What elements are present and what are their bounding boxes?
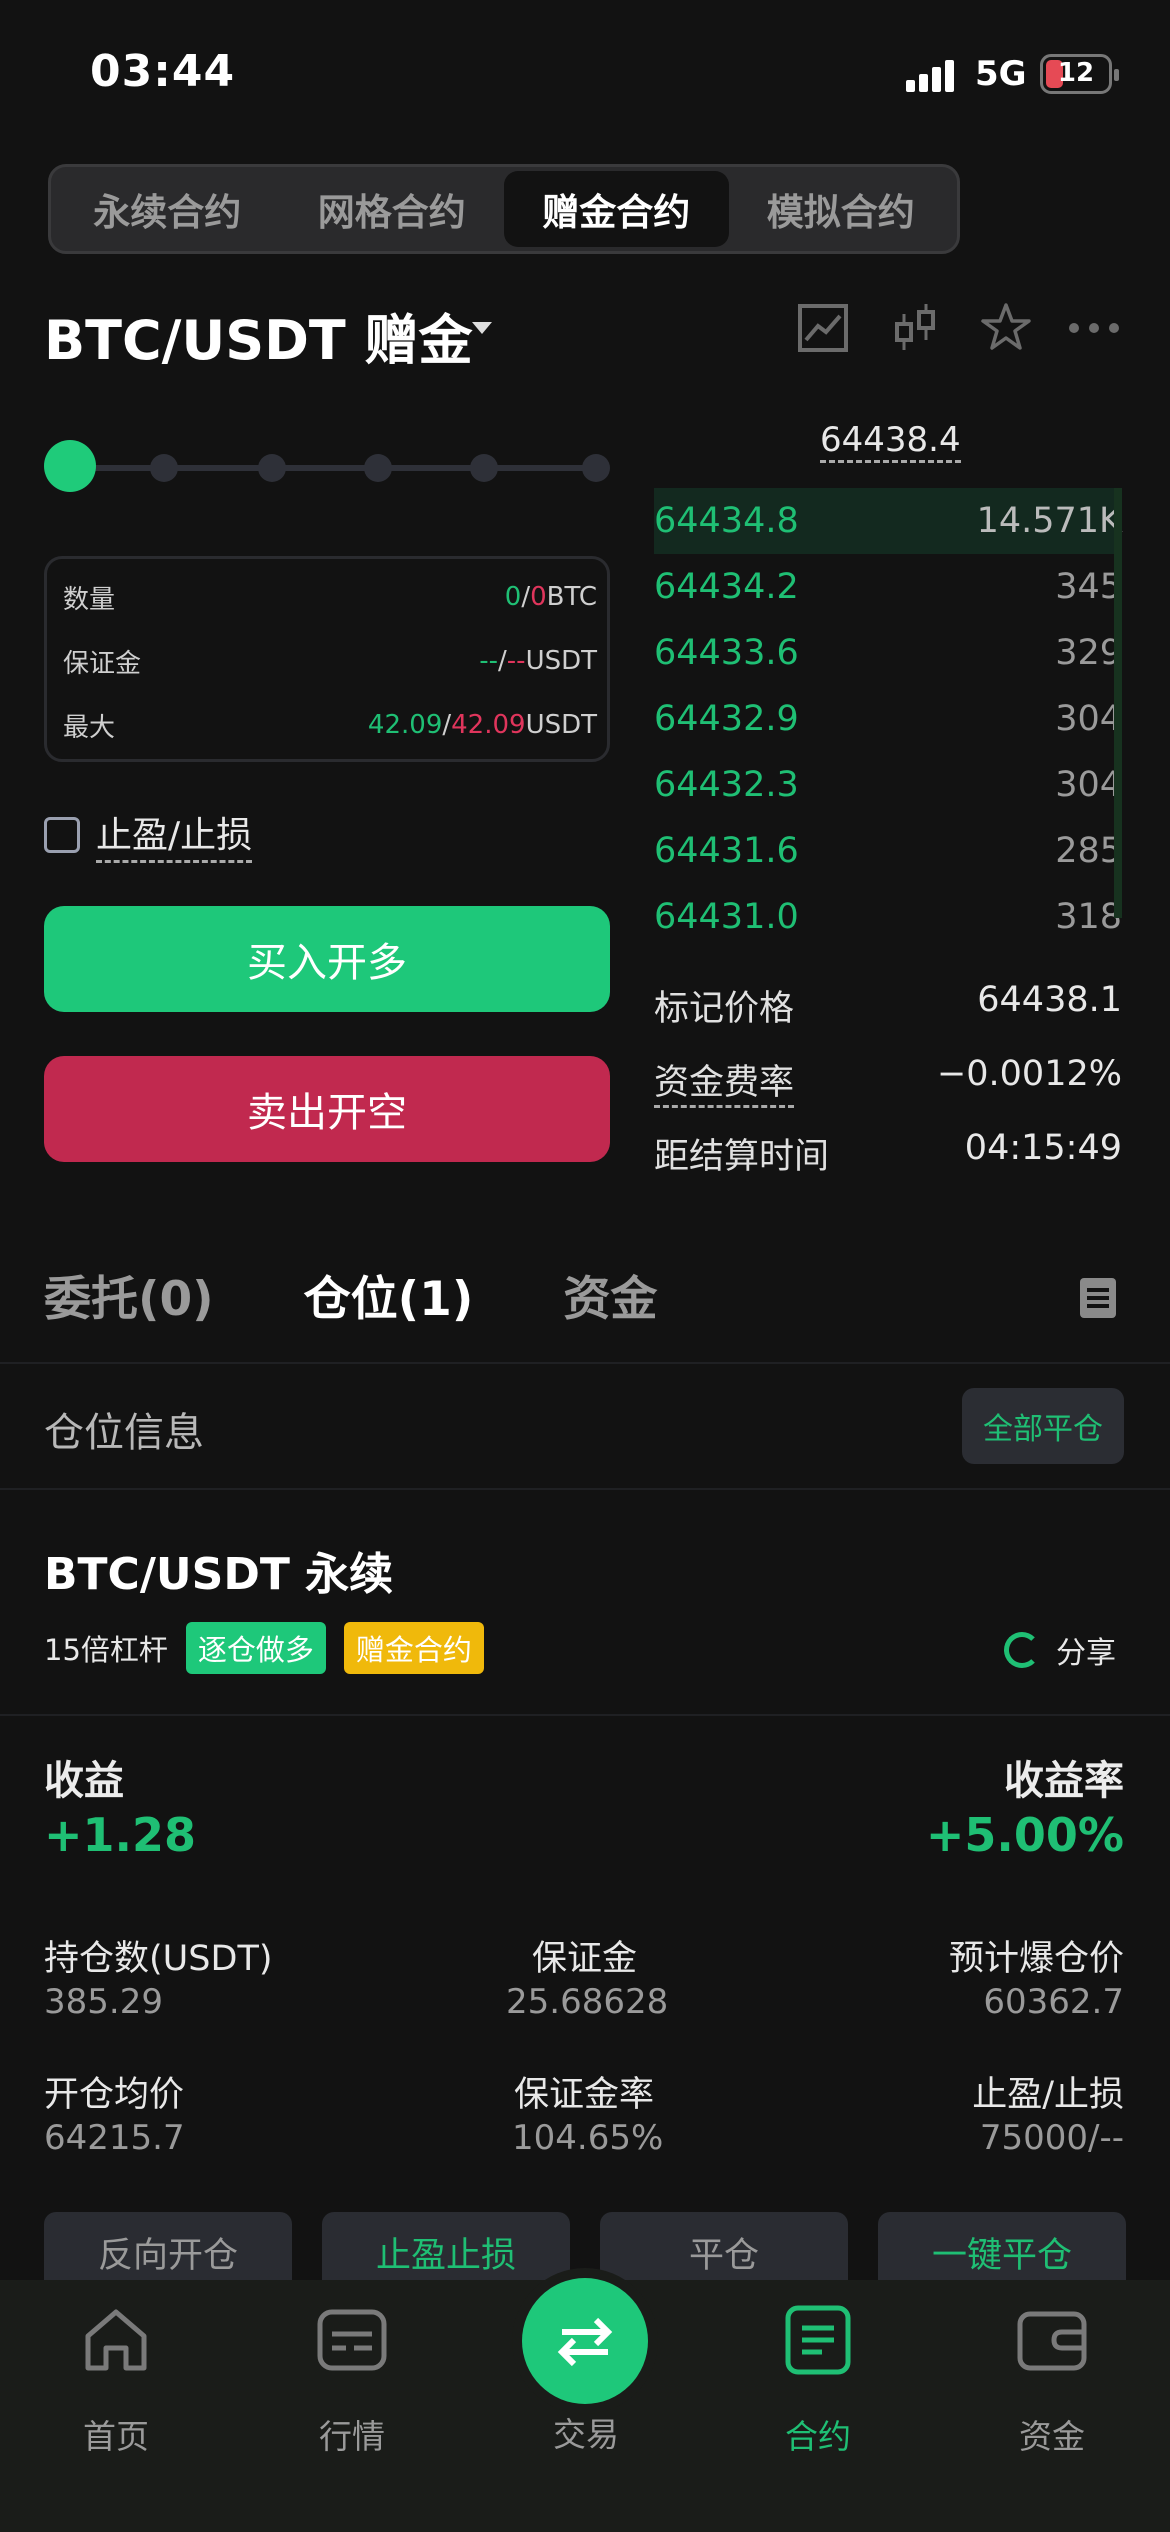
last-price[interactable]: 64438.4: [820, 420, 961, 463]
orderbook-row[interactable]: 64433.6 329: [654, 620, 1122, 686]
section-tabs: 委托(0) 仓位(1) 资金: [44, 1260, 657, 1329]
quantity-row: 数量 0/0BTC: [63, 582, 597, 615]
market-icon: [317, 2309, 387, 2371]
stat-label: 保证金: [532, 1939, 638, 1979]
contract-type-badge: 赠金合约: [343, 1622, 484, 1674]
max-row: 最大 42.09/42.09USDT: [63, 710, 597, 743]
contract-icon: [785, 2305, 851, 2375]
roi-label: 收益率: [1004, 1758, 1124, 1804]
divider: [0, 1714, 1170, 1716]
orderbook-row[interactable]: 64432.9 304: [654, 686, 1122, 752]
share-label: 分享: [1056, 1636, 1116, 1671]
tpsl-checkbox[interactable]: [44, 816, 80, 853]
home-icon: [85, 2309, 147, 2371]
slider-knob[interactable]: [44, 440, 96, 492]
bottom-nav: 首页 行情 交易 合约 资金: [0, 2278, 1170, 2532]
stat-label: 止盈/止损: [972, 2075, 1124, 2115]
nav-home[interactable]: 首页: [26, 2302, 206, 2458]
orderbook-row[interactable]: 64431.6 285: [654, 818, 1122, 884]
close-all-button[interactable]: 全部平仓: [962, 1388, 1124, 1464]
position-pair: BTC/USDT 永续: [44, 1549, 394, 1600]
caret-down-icon[interactable]: [472, 322, 492, 334]
margin-row: 保证金 --/--USDT: [63, 646, 597, 679]
position-info-title: 仓位信息: [44, 1410, 204, 1456]
divider: [0, 1488, 1170, 1490]
wallet-icon: [1017, 2311, 1087, 2371]
orderbook-row[interactable]: 64434.2 345: [654, 554, 1122, 620]
pair-selector[interactable]: BTC/USDT 赠金: [44, 296, 473, 375]
buy-long-button[interactable]: 买入开多: [44, 906, 610, 1012]
order-info-box: 数量 0/0BTC 保证金 --/--USDT 最大 42.09/42.09US…: [44, 556, 610, 762]
sell-short-button[interactable]: 卖出开空: [44, 1056, 610, 1162]
status-bar: 03:44 5G 12: [0, 0, 1170, 150]
nav-market[interactable]: 行情: [262, 2302, 442, 2458]
orderbook-row[interactable]: 64432.3 304: [654, 752, 1122, 818]
stat-value: 104.65%: [512, 2118, 664, 2158]
share-icon: [1004, 1632, 1040, 1668]
tab-demo[interactable]: 模拟合约: [729, 171, 954, 247]
tab-perpetual[interactable]: 永续合约: [55, 171, 280, 247]
tab-positions[interactable]: 仓位(1): [304, 1260, 474, 1329]
star-icon[interactable]: [978, 300, 1034, 356]
swap-icon: [557, 2317, 613, 2367]
stat-label: 持仓数(USDT): [44, 1939, 273, 1979]
network-label: 5G: [975, 54, 1027, 94]
depth-bar: [1114, 488, 1122, 918]
candlestick-icon[interactable]: [888, 300, 944, 356]
mark-price-row: 标记价格 64438.1: [654, 980, 1122, 1029]
divider: [0, 1362, 1170, 1364]
orderbook-row[interactable]: 64434.8 14.571K: [654, 488, 1122, 554]
stat-value: 60362.7: [983, 1982, 1124, 2022]
pnl-value: +1.28: [44, 1808, 197, 1862]
position-tags: 15倍杠杆 逐仓做多 赠金合约: [44, 1622, 484, 1674]
stat-label: 预计爆仓价: [948, 1939, 1124, 1979]
leverage-label: 15倍杠杆: [44, 1633, 168, 1667]
stat-value: 25.68628: [506, 1982, 669, 2022]
nav-futures[interactable]: 合约: [728, 2302, 908, 2458]
tpsl-label: 止盈/止损: [96, 806, 253, 863]
contract-tabs: 永续合约 网格合约 赠金合约 模拟合约: [48, 164, 960, 254]
stat-value: 75000/--: [979, 2118, 1124, 2158]
chart-icon[interactable]: [796, 300, 852, 356]
nav-assets[interactable]: 资金: [962, 2302, 1142, 2458]
signal-icon: [906, 58, 956, 92]
stat-value: 64215.7: [44, 2118, 185, 2158]
tab-orders[interactable]: 委托(0): [44, 1260, 214, 1329]
stat-label: 保证金率: [514, 2075, 655, 2115]
tab-bonus[interactable]: 赠金合约: [504, 171, 729, 247]
status-time: 03:44: [90, 46, 236, 97]
more-icon[interactable]: [1066, 300, 1122, 356]
nav-trade[interactable]: 交易: [496, 2408, 676, 2456]
tab-grid[interactable]: 网格合约: [280, 171, 505, 247]
document-icon[interactable]: [1080, 1278, 1116, 1318]
orderbook-row[interactable]: 64431.0 318: [654, 884, 1122, 950]
funding-rate-row[interactable]: 资金费率 −0.0012%: [654, 1054, 1122, 1108]
stat-label: 开仓均价: [44, 2075, 185, 2115]
pnl-label: 收益: [44, 1758, 124, 1804]
trade-swap-button[interactable]: [522, 2278, 648, 2404]
tab-assets[interactable]: 资金: [563, 1260, 657, 1329]
tpsl-toggle[interactable]: 止盈/止损: [44, 806, 253, 863]
share-button[interactable]: 分享: [1004, 1628, 1116, 1672]
stat-value: 385.29: [44, 1982, 163, 2022]
battery-level: 12: [1057, 58, 1095, 88]
margin-mode-badge: 逐仓做多: [185, 1622, 326, 1674]
battery-icon: 12: [1040, 54, 1119, 94]
settlement-row: 距结算时间 04:15:49: [654, 1128, 1122, 1177]
roi-value: +5.00%: [925, 1808, 1124, 1862]
